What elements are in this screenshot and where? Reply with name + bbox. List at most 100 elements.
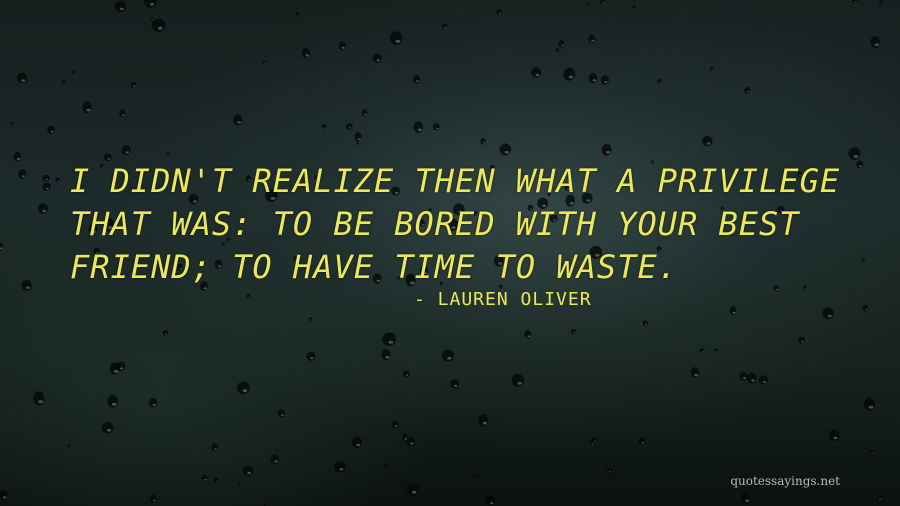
raindrop bbox=[55, 177, 60, 183]
raindrop-highlight bbox=[357, 138, 362, 141]
raindrop-highlight bbox=[833, 436, 838, 440]
raindrop bbox=[879, 0, 883, 5]
raindrop-highlight bbox=[706, 142, 711, 145]
raindrop bbox=[18, 169, 27, 179]
raindrop bbox=[587, 2, 591, 6]
raindrop bbox=[47, 125, 55, 135]
raindrop bbox=[166, 152, 170, 156]
raindrop-highlight bbox=[167, 154, 169, 156]
raindrop bbox=[361, 109, 368, 117]
raindrop bbox=[413, 121, 424, 133]
raindrop bbox=[822, 307, 834, 320]
raindrop bbox=[862, 305, 869, 312]
raindrop-highlight bbox=[535, 73, 540, 77]
raindrop-highlight bbox=[482, 421, 487, 425]
watermark-text: quotessayings.net bbox=[730, 474, 840, 488]
raindrop bbox=[599, 0, 605, 5]
raindrop-highlight bbox=[21, 79, 26, 82]
raindrop bbox=[413, 75, 420, 84]
raindrop bbox=[82, 101, 92, 114]
raindrop bbox=[600, 75, 609, 85]
raindrop bbox=[563, 67, 576, 81]
raindrop-highlight bbox=[2, 496, 7, 499]
raindrop-highlight bbox=[42, 209, 46, 213]
quote-text: I didn't realize then what a privilege t… bbox=[70, 162, 841, 286]
raindrop-highlight bbox=[394, 425, 398, 427]
raindrop-highlight bbox=[410, 442, 414, 445]
raindrop bbox=[391, 420, 399, 429]
raindrop-highlight bbox=[404, 438, 408, 440]
raindrop-highlight bbox=[874, 43, 879, 46]
raindrop bbox=[499, 143, 512, 156]
raindrop-highlight bbox=[763, 381, 767, 384]
raindrop bbox=[588, 34, 596, 43]
raindrop-highlight bbox=[280, 414, 284, 417]
raindrop bbox=[107, 395, 118, 408]
raindrop-highlight bbox=[63, 82, 65, 83]
raindrop-highlight bbox=[38, 400, 43, 404]
raindrop bbox=[42, 174, 50, 182]
raindrop bbox=[211, 443, 219, 452]
raindrop bbox=[746, 372, 757, 384]
raindrop-highlight bbox=[527, 335, 531, 338]
raindrop bbox=[238, 482, 242, 486]
raindrop-highlight bbox=[853, 155, 859, 158]
raindrop bbox=[877, 494, 882, 501]
raindrop bbox=[744, 86, 751, 94]
raindrop-highlight bbox=[133, 85, 136, 87]
raindrop bbox=[480, 137, 486, 145]
raindrop-highlight bbox=[324, 127, 326, 129]
raindrop-highlight bbox=[395, 39, 401, 43]
raindrop-highlight bbox=[165, 333, 168, 335]
raindrop bbox=[589, 439, 594, 445]
raindrop-highlight bbox=[743, 377, 747, 379]
raindrop-highlight bbox=[310, 357, 314, 360]
raindrop-highlight bbox=[854, 1, 857, 4]
raindrop-highlight bbox=[11, 124, 14, 126]
raindrop bbox=[531, 67, 542, 78]
raindrop-highlight bbox=[871, 452, 873, 454]
raindrop-highlight bbox=[305, 54, 310, 57]
raindrop bbox=[402, 370, 410, 378]
raindrop-highlight bbox=[364, 113, 367, 116]
raindrop-highlight bbox=[561, 44, 564, 47]
raindrop bbox=[201, 474, 208, 482]
raindrop bbox=[382, 332, 397, 347]
raindrop-highlight bbox=[694, 373, 698, 377]
raindrop-highlight bbox=[435, 127, 439, 130]
raindrop bbox=[741, 492, 751, 504]
raindrop-highlight bbox=[122, 114, 125, 116]
raindrop-highlight bbox=[57, 180, 60, 182]
raindrop-highlight bbox=[504, 150, 509, 154]
raindrop-highlight bbox=[594, 440, 596, 442]
raindrop bbox=[657, 78, 662, 84]
raindrop bbox=[351, 436, 363, 448]
raindrop-highlight bbox=[568, 75, 574, 79]
raindrop bbox=[71, 70, 76, 76]
raindrop-highlight bbox=[746, 91, 750, 93]
raindrop-highlight bbox=[868, 405, 874, 409]
raindrop bbox=[588, 72, 598, 84]
raindrop-highlight bbox=[711, 69, 713, 71]
raindrop bbox=[334, 461, 346, 473]
raindrop-highlight bbox=[716, 350, 718, 352]
raindrop bbox=[441, 23, 448, 30]
raindrop bbox=[848, 147, 861, 161]
raindrop bbox=[372, 53, 382, 63]
raindrop-highlight bbox=[745, 499, 750, 503]
raindrop bbox=[277, 409, 285, 418]
raindrop-highlight bbox=[46, 187, 49, 190]
raindrop bbox=[130, 81, 137, 88]
raindrop-highlight bbox=[801, 340, 804, 343]
raindrop-highlight bbox=[25, 286, 30, 289]
raindrop-highlight bbox=[751, 379, 755, 382]
raindrop-highlight bbox=[237, 121, 242, 124]
raindrop-highlight bbox=[517, 381, 522, 385]
raindrop-highlight bbox=[498, 13, 501, 15]
raindrop-highlight bbox=[591, 442, 594, 445]
raindrop-highlight bbox=[557, 50, 559, 52]
raindrop bbox=[10, 121, 14, 127]
raindrop bbox=[301, 47, 311, 59]
raindrop bbox=[478, 414, 489, 427]
raindrop-highlight bbox=[214, 448, 218, 451]
